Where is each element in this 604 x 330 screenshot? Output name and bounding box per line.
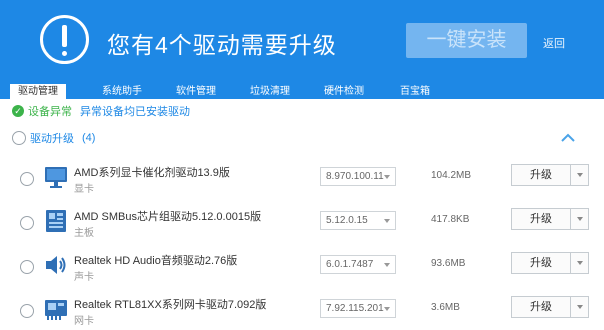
upgrade-menu-toggle[interactable] — [570, 165, 589, 185]
group-count: (4) — [82, 132, 96, 144]
group-label: 驱动升级 — [30, 133, 74, 145]
driver-size: 3.6MB — [431, 302, 460, 313]
tab-system-assistant[interactable]: 系统助手 — [97, 84, 147, 99]
driver-size: 104.2MB — [431, 170, 472, 181]
chevron-down-icon — [384, 175, 390, 179]
chevron-down-icon — [577, 305, 583, 309]
version-select[interactable]: 8.970.100.11 — [320, 167, 396, 186]
driver-type: 网卡 — [74, 316, 94, 327]
driver-select-radio[interactable] — [20, 304, 34, 318]
chevron-down-icon — [384, 219, 390, 223]
driver-name: AMD系列显卡催化剂驱动13.9版 — [74, 167, 230, 179]
chevron-down-icon — [577, 217, 583, 221]
tab-junk-cleanup[interactable]: 垃圾清理 — [245, 84, 295, 99]
upgrade-menu-toggle[interactable] — [570, 253, 589, 273]
back-link[interactable]: 返回 — [543, 35, 565, 51]
driver-size: 93.6MB — [431, 258, 466, 269]
tab-bar: 驱动管理 系统助手 软件管理 垃圾清理 硬件检测 百宝箱 — [0, 84, 604, 99]
version-select[interactable]: 6.0.1.7487 — [320, 255, 396, 274]
header-banner: 您有4个驱动需要升级 一键安装 返回 — [0, 0, 604, 88]
chevron-up-icon[interactable] — [561, 133, 575, 143]
upgrade-button[interactable]: 升级 — [511, 296, 589, 318]
driver-name: Realtek RTL81XX系列网卡驱动7.092版 — [74, 299, 267, 311]
chevron-down-icon — [577, 173, 583, 177]
driver-upgrade-group: 驱动升级 (4) — [12, 130, 95, 146]
motherboard-icon — [46, 210, 66, 232]
upgrade-button[interactable]: 升级 — [511, 252, 589, 274]
driver-size: 417.8KB — [431, 214, 470, 225]
chevron-down-icon — [577, 261, 583, 265]
alert-icon — [40, 15, 89, 64]
select-all-radio[interactable] — [12, 131, 26, 145]
status-message-link[interactable]: 异常设备均已安装驱动 — [80, 103, 190, 119]
upgrade-button[interactable]: 升级 — [511, 208, 589, 230]
tab-driver-management[interactable]: 驱动管理 — [10, 84, 66, 99]
version-select[interactable]: 7.92.115.201 — [320, 299, 396, 318]
driver-row: Realtek HD Audio音频驱动2.76版 声卡 6.0.1.7487 … — [0, 248, 604, 288]
tab-hardware-detection[interactable]: 硬件检测 — [319, 84, 369, 99]
driver-name: Realtek HD Audio音频驱动2.76版 — [74, 255, 238, 267]
monitor-icon — [45, 167, 67, 188]
version-select[interactable]: 5.12.0.15 — [320, 211, 396, 230]
check-icon: ✓ — [12, 105, 24, 117]
driver-type: 主板 — [74, 228, 94, 239]
driver-select-radio[interactable] — [20, 216, 34, 230]
tab-software-management[interactable]: 软件管理 — [171, 84, 221, 99]
upgrade-menu-toggle[interactable] — [570, 297, 589, 317]
chevron-down-icon — [384, 263, 390, 267]
upgrade-button[interactable]: 升级 — [511, 164, 589, 186]
driver-row: Realtek RTL81XX系列网卡驱动7.092版 网卡 7.92.115.… — [0, 292, 604, 330]
tab-toolbox[interactable]: 百宝箱 — [393, 84, 437, 99]
driver-type: 声卡 — [74, 272, 94, 283]
status-label: 设备异常 — [28, 106, 72, 118]
driver-row: AMD系列显卡催化剂驱动13.9版 显卡 8.970.100.11 104.2M… — [0, 160, 604, 200]
device-status: ✓ 设备异常 异常设备均已安装驱动 — [12, 104, 190, 118]
chevron-down-icon — [384, 307, 390, 311]
upgrade-menu-toggle[interactable] — [570, 209, 589, 229]
page-title: 您有4个驱动需要升级 — [107, 32, 337, 58]
driver-type: 显卡 — [74, 184, 94, 195]
one-click-install-button[interactable]: 一键安装 — [406, 23, 527, 58]
driver-row: AMD SMBus芯片组驱动5.12.0.0015版 主板 5.12.0.15 … — [0, 204, 604, 244]
network-card-icon — [45, 300, 67, 320]
driver-select-radio[interactable] — [20, 260, 34, 274]
driver-name: AMD SMBus芯片组驱动5.12.0.0015版 — [74, 211, 262, 223]
speaker-icon — [46, 256, 66, 274]
driver-select-radio[interactable] — [20, 172, 34, 186]
